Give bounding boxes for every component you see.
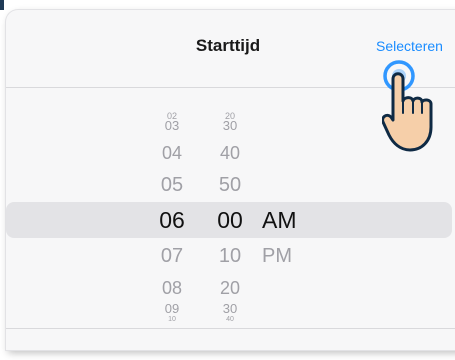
minute-item[interactable]: 20 [200,278,260,299]
hand-pointer-icon [382,60,433,152]
screen: Starttijd Selecteren 02 03 04 05 06 07 0… [0,0,455,360]
minute-item[interactable]: 10 [200,245,260,268]
hour-item[interactable]: 05 [142,174,202,197]
hour-item[interactable]: 10 [142,316,202,323]
hour-item[interactable]: 08 [142,278,202,299]
dialog-bottom-divider [6,328,455,329]
minute-item[interactable]: 40 [200,143,260,164]
hour-item[interactable]: 04 [142,143,202,164]
minute-item[interactable]: 50 [200,174,260,197]
minute-item[interactable]: 40 [200,316,260,323]
minute-item[interactable]: 30 [200,118,260,133]
period-item[interactable]: PM [262,245,322,268]
hour-item[interactable]: 09 [142,301,202,316]
minute-item[interactable]: 30 [200,301,260,316]
select-button[interactable]: Selecteren [376,38,443,54]
period-item-selected[interactable]: AM [262,207,322,234]
window-corner-mark [0,0,4,10]
hour-item[interactable]: 07 [142,245,202,268]
hour-item-selected[interactable]: 06 [142,207,202,234]
hour-item[interactable]: 03 [142,118,202,133]
minute-item-selected[interactable]: 00 [200,207,260,234]
